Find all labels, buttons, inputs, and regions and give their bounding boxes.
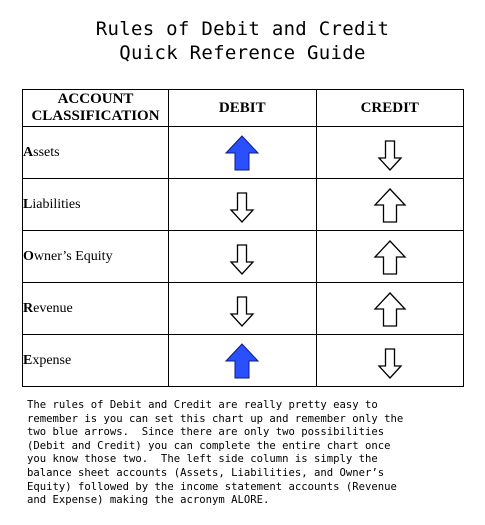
arrow-shape — [373, 291, 407, 327]
outline-arrow-up-icon — [373, 239, 407, 275]
header-row: ACCOUNT CLASSIFICATION DEBIT CREDIT — [22, 89, 464, 127]
header-credit: CREDIT — [315, 89, 464, 127]
arrow-shape — [377, 347, 403, 379]
outline-arrow-up-icon — [373, 291, 407, 327]
account-name-rest: ssets — [33, 144, 60, 160]
credit-cell — [315, 282, 464, 335]
header-debit: DEBIT — [168, 89, 317, 127]
debit-cell — [168, 230, 317, 283]
account-initial: O — [23, 248, 34, 264]
row-assets: Assets — [22, 126, 464, 179]
account-name: Revenue — [22, 282, 169, 335]
account-name: Assets — [22, 126, 169, 179]
row-liabilities: Liabilities — [22, 178, 464, 231]
header-classification-line-1: ACCOUNT — [57, 91, 134, 107]
account-name: Owner’s Equity — [22, 230, 169, 283]
account-initial: A — [23, 144, 34, 160]
blue-arrow-up-icon — [225, 134, 260, 170]
credit-cell — [315, 334, 464, 387]
credit-cell — [315, 178, 464, 231]
table-body: Assets Liabilities Owner’s Equity Revenue Ex… — [22, 126, 464, 387]
arrow-shape — [229, 191, 255, 223]
arrow-shape — [377, 139, 403, 171]
explanation-note: The rules of Debit and Credit are really… — [27, 399, 404, 507]
debit-cell — [168, 282, 317, 335]
debit-cell — [168, 178, 317, 231]
account-name-rest: iabilities — [32, 196, 81, 212]
account-name-rest: evenue — [33, 300, 73, 316]
arrow-shape — [229, 243, 255, 275]
outline-arrow-down-icon — [229, 295, 255, 327]
account-name-rest: xpense — [32, 352, 72, 368]
title-line-2: Quick Reference Guide — [119, 42, 366, 64]
arrow-shape — [225, 342, 260, 378]
credit-cell — [315, 126, 464, 179]
account-initial: R — [23, 300, 34, 316]
account-name-rest: wner’s Equity — [33, 248, 113, 264]
row-expense: Expense — [22, 334, 464, 387]
outline-arrow-down-icon — [229, 243, 255, 275]
arrow-shape — [373, 239, 407, 275]
account-name: Liabilities — [22, 178, 169, 231]
outline-arrow-up-icon — [373, 187, 407, 223]
account-name: Expense — [22, 334, 169, 387]
title-line-1: Rules of Debit and Credit — [95, 18, 390, 40]
blue-arrow-up-icon — [225, 342, 260, 378]
arrow-shape — [225, 134, 260, 170]
account-initial: L — [23, 196, 33, 212]
account-initial: E — [23, 352, 33, 368]
outline-arrow-down-icon — [229, 191, 255, 223]
debit-credit-table: ACCOUNT CLASSIFICATION DEBIT CREDIT Asse… — [22, 89, 464, 387]
arrow-shape — [373, 187, 407, 223]
header-classification-line-2: CLASSIFICATION — [31, 108, 160, 124]
outline-arrow-down-icon — [377, 139, 403, 171]
outline-arrow-down-icon — [377, 347, 403, 379]
arrow-shape — [229, 295, 255, 327]
credit-cell — [315, 230, 464, 283]
debit-cell — [168, 126, 317, 179]
header-account-classification: ACCOUNT CLASSIFICATION — [22, 89, 169, 127]
row-revenue: Revenue — [22, 282, 464, 335]
guide-title: Rules of Debit and Credit Quick Referenc… — [0, 17, 485, 65]
debit-cell — [168, 334, 317, 387]
row-owners-equity: Owner’s Equity — [22, 230, 464, 283]
